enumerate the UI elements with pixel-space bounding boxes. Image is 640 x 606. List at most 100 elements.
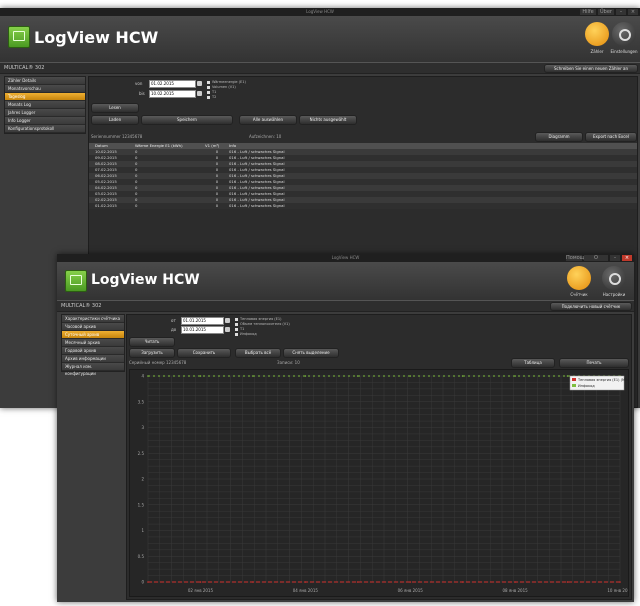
front-check-v1-label: Объем теплоносителя (V1) — [240, 322, 290, 326]
logview-logo-icon — [65, 270, 87, 292]
front-titlebar: LogView HCW Помощь О программе – × — [57, 254, 634, 267]
data-point — [566, 375, 569, 377]
front-save-button[interactable]: Сохранить — [177, 348, 231, 358]
legend-label: Тепловая энергия (E1) (MWh) — [577, 378, 628, 382]
data-point — [304, 375, 307, 377]
back-meter-label: Zähler — [590, 49, 604, 54]
back-sidebar-item-4[interactable]: Jahres Logger — [5, 109, 85, 117]
back-check-e1[interactable]: Wärmeenergie (E1) — [207, 80, 246, 84]
logview-logo-icon — [8, 26, 30, 48]
back-sidebar-item-5[interactable]: Info Logger — [5, 117, 85, 125]
table-row[interactable]: 01.02.2015 0 0 016 - Luft / schwaches Signa… — [89, 203, 637, 209]
back-breadcrumb: MULTICAL® 302 Schreiben Sie einen neuen … — [0, 62, 640, 74]
back-save-button[interactable]: Speichern — [141, 115, 233, 125]
back-sidebar-item-1[interactable]: Monatsvorschau — [5, 85, 85, 93]
back-load-button[interactable]: Laden — [91, 115, 139, 125]
front-to-date-input[interactable]: 10.01.2015 — [181, 326, 224, 334]
back-deselect-button[interactable]: Nichts ausgewählt — [299, 115, 357, 125]
calendar-icon[interactable] — [225, 318, 230, 323]
back-sidebar-item-6[interactable]: Konfigurationsprotokoll — [5, 125, 85, 133]
data-point — [147, 375, 149, 377]
back-read-button[interactable]: Lesen — [91, 103, 139, 113]
data-point — [514, 375, 516, 377]
back-check-t1[interactable]: T1 — [207, 90, 216, 94]
calendar-icon[interactable] — [197, 81, 202, 86]
back-check-v1[interactable]: Volumen (V1) — [207, 85, 236, 89]
data-point — [619, 581, 621, 583]
back-settings-label: Einstellungen — [610, 49, 638, 54]
back-check-t2[interactable]: T2 — [207, 95, 216, 99]
data-point — [147, 581, 149, 583]
back-record-count: Aufzeichnen: 10 — [249, 134, 282, 139]
data-point — [409, 581, 412, 583]
meter-icon[interactable] — [567, 266, 591, 290]
chart-svg: 0 0.5 1 1.5 2 2.5 3 3.5 4 02 янв 2015 04 янв 2015… — [138, 374, 633, 594]
front-sidebar-item-2[interactable]: Суточный архив — [62, 331, 124, 339]
gear-icon[interactable] — [612, 22, 636, 46]
back-sidebar-item-2[interactable]: Tageslog — [5, 93, 85, 101]
front-read-button[interactable]: Читать — [129, 337, 175, 347]
y-tick-label: 4 — [141, 374, 144, 379]
front-about-button[interactable]: О программе — [584, 255, 613, 267]
legend-swatch — [572, 378, 576, 381]
calendar-icon[interactable] — [225, 327, 230, 332]
x-tick-label: 02 янв 2015 — [188, 588, 214, 593]
data-point — [304, 581, 307, 583]
front-check-e1[interactable]: Тепловая энергия (E1) — [235, 317, 281, 321]
front-window-title: LogView HCW — [331, 255, 360, 260]
front-print-button[interactable]: Печать — [559, 358, 629, 368]
back-close-button[interactable]: × — [628, 9, 638, 15]
back-sidebar: Zähler Details Monatsvorschau Tageslog M… — [4, 76, 86, 134]
data-point — [409, 375, 412, 377]
back-check-e1-label: Wärmeenergie (E1) — [212, 80, 246, 84]
front-breadcrumb: MULTICAL® 302 Подключить новый счётчик — [57, 300, 634, 312]
front-app-title: LogView HCW — [91, 272, 200, 288]
front-check-info[interactable]: Инфокод — [235, 332, 257, 336]
back-from-date-input[interactable]: 01.02.2015 — [149, 80, 196, 88]
front-help-button[interactable]: Помощь — [566, 255, 587, 261]
back-to-date-input[interactable]: 10.02.2015 — [149, 90, 196, 98]
legend-label: Инфокод — [578, 384, 595, 388]
back-check-t2-label: T2 — [212, 95, 217, 99]
back-new-meter-button[interactable]: Schreiben Sie einen neuen Zähler an — [544, 64, 638, 73]
data-point — [252, 581, 254, 583]
back-help-button[interactable]: Hilfe — [580, 9, 596, 15]
front-check-e1-label: Тепловая энергия (E1) — [240, 317, 282, 321]
data-point — [566, 581, 569, 583]
y-tick-label: 0.5 — [138, 554, 145, 559]
calendar-icon[interactable] — [197, 91, 202, 96]
back-sidebar-item-0[interactable]: Zähler Details — [5, 77, 85, 85]
back-sidebar-item-3[interactable]: Monats Log — [5, 101, 85, 109]
front-header: LogView HCW Счётчик Настройки — [57, 262, 634, 300]
back-header: LogView HCW Zähler Einstellungen — [0, 16, 640, 62]
front-close-button[interactable]: × — [622, 255, 632, 261]
back-app-title: LogView HCW — [34, 28, 159, 47]
front-table-button[interactable]: Таблица — [511, 358, 555, 368]
front-sidebar-item-4[interactable]: Годовой архив — [62, 347, 124, 355]
front-load-button[interactable]: Загрузить — [129, 348, 175, 358]
front-deselect-button[interactable]: Снять выделение — [283, 348, 339, 358]
front-check-v1[interactable]: Объем теплоносителя (V1) — [235, 322, 290, 326]
front-new-meter-button[interactable]: Подключить новый счётчик — [550, 302, 632, 311]
front-sidebar-item-5[interactable]: Архив информации — [62, 355, 124, 363]
front-sidebar-item-1[interactable]: Часовой архив — [62, 323, 124, 331]
back-chart-button[interactable]: Diagramm — [535, 132, 583, 142]
x-tick-label: 08 янв 2015 — [503, 588, 529, 593]
back-about-button[interactable]: Über — [598, 9, 614, 15]
meter-icon[interactable] — [585, 22, 609, 46]
back-minimize-button[interactable]: – — [616, 9, 626, 15]
front-from-date-input[interactable]: 01.01.2015 — [181, 317, 224, 325]
front-check-info-label: Инфокод — [240, 332, 257, 336]
front-sidebar-item-6[interactable]: Журнал изм. конфигурации — [62, 363, 124, 376]
front-sidebar-item-3[interactable]: Месячный архив — [62, 339, 124, 347]
back-select-all-button[interactable]: Alle auswählen — [239, 115, 297, 125]
data-point — [356, 581, 359, 583]
back-export-button[interactable]: Export nach Excel — [585, 132, 637, 142]
gear-icon[interactable] — [602, 266, 626, 290]
front-select-all-button[interactable]: Выбрать всё — [235, 348, 281, 358]
front-sidebar-item-0[interactable]: Характеристики счётчика — [62, 315, 124, 323]
front-content: от 01.01.2015 до 10.01.2015 Тепловая эне… — [126, 314, 633, 600]
table-cell: 0 — [215, 203, 219, 208]
front-minimize-button[interactable]: – — [610, 255, 620, 261]
front-check-t1[interactable]: T1 — [235, 327, 244, 331]
